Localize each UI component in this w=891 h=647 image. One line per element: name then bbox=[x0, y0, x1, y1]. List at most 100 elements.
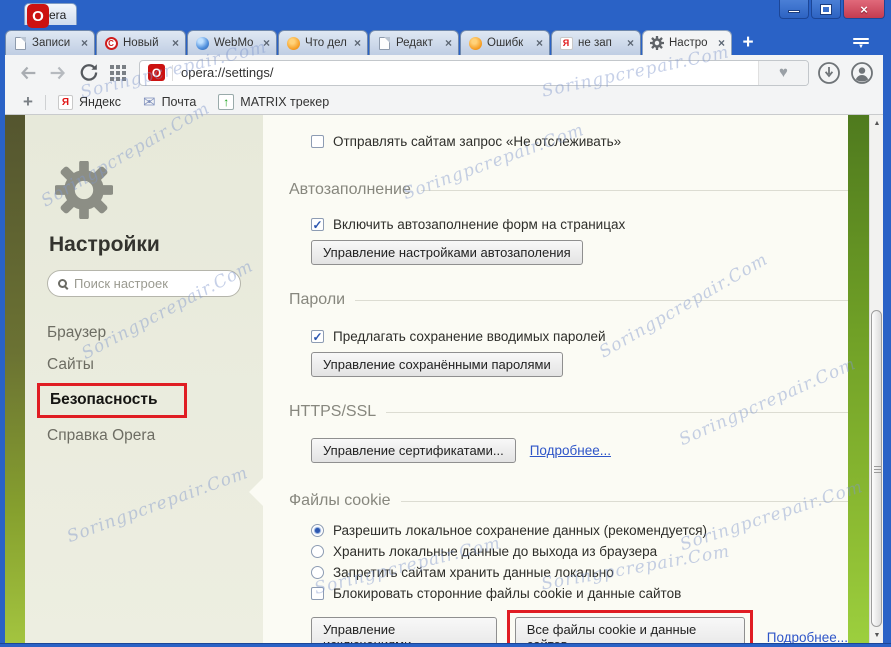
section-title: Файлы cookie bbox=[289, 492, 391, 509]
new-tab-button[interactable]: + bbox=[733, 30, 763, 55]
sidebar-item-sites[interactable]: Сайты bbox=[47, 349, 263, 381]
settings-gear-icon bbox=[55, 161, 113, 219]
tab-label: WebMo bbox=[214, 37, 254, 49]
sidebar-item-security[interactable]: Безопасность bbox=[50, 391, 158, 409]
background-strip-right bbox=[848, 115, 869, 643]
bookmark-mail[interactable]: ✉ Почта bbox=[143, 93, 196, 111]
tab-close-icon[interactable]: × bbox=[443, 36, 454, 50]
selected-section-pointer bbox=[249, 477, 264, 507]
reload-button[interactable] bbox=[73, 59, 103, 87]
tab-close-icon[interactable]: × bbox=[534, 36, 545, 50]
mail-icon: ✉ bbox=[142, 94, 156, 111]
bookmark-heart-button[interactable]: ♥ bbox=[758, 60, 808, 85]
settings-sidebar: Настройки Браузер Сайты Безопасность Спр… bbox=[25, 115, 263, 643]
url-text[interactable]: opera://settings/ bbox=[181, 65, 758, 80]
bookmark-matrix-tracker[interactable]: ↑ MATRIX трекер bbox=[218, 94, 329, 110]
manage-exceptions-button[interactable]: Управление исключениями... bbox=[311, 617, 497, 643]
radio-icon[interactable] bbox=[311, 566, 324, 579]
minimize-icon bbox=[788, 9, 800, 13]
tab-oshibka[interactable]: Ошибк × bbox=[460, 30, 550, 55]
tab-close-icon[interactable]: × bbox=[261, 36, 272, 50]
tab-close-icon[interactable]: × bbox=[170, 36, 181, 50]
page-icon bbox=[13, 36, 27, 50]
tab-settings-active[interactable]: Настро × bbox=[642, 30, 732, 55]
autofill-checkbox-label: Включить автозаполнение форм на страница… bbox=[333, 217, 626, 232]
opera-logo-icon[interactable]: O bbox=[27, 4, 49, 28]
radio-icon[interactable] bbox=[311, 545, 324, 558]
tab-novyj[interactable]: C Новый × bbox=[96, 30, 186, 55]
settings-search-box[interactable] bbox=[47, 270, 241, 297]
globe-icon bbox=[195, 36, 209, 50]
bookmarks-bar: + Я Яндекс ✉ Почта ↑ MATRIX трекер bbox=[5, 90, 883, 115]
gear-icon bbox=[650, 36, 664, 50]
maximize-button[interactable] bbox=[811, 0, 841, 19]
scroll-up-icon[interactable]: ▲ bbox=[870, 115, 883, 131]
tab-close-icon[interactable]: × bbox=[716, 36, 727, 50]
orange-site-icon bbox=[468, 36, 482, 50]
tab-menu-icon[interactable]: ▼ bbox=[853, 37, 869, 50]
section-https-ssl: HTTPS/SSL bbox=[289, 403, 848, 421]
tab-label: не зап bbox=[578, 37, 612, 49]
opera-menu-button[interactable]: O Opera bbox=[24, 3, 78, 28]
passwords-checkbox-label: Предлагать сохранение вводимых паролей bbox=[333, 329, 606, 344]
all-cookies-button[interactable]: Все файлы cookie и данные сайтов... bbox=[514, 617, 745, 643]
checkbox-checked-icon[interactable]: ✓ bbox=[311, 330, 324, 343]
tab-close-icon[interactable]: × bbox=[625, 36, 636, 50]
cookies-option-label: Запретить сайтам хранить данные локально bbox=[333, 565, 614, 580]
scroll-down-icon[interactable]: ▼ bbox=[870, 627, 883, 643]
checkbox-icon[interactable] bbox=[311, 135, 324, 148]
section-autofill: Автозаполнение bbox=[289, 181, 848, 199]
maximize-icon bbox=[820, 3, 832, 15]
https-more-link[interactable]: Подробнее... bbox=[530, 443, 611, 458]
checkbox-icon[interactable] bbox=[311, 587, 324, 600]
section-rule bbox=[400, 500, 848, 502]
forward-button[interactable] bbox=[43, 59, 73, 87]
bookmark-yandex[interactable]: Я Яндекс bbox=[57, 94, 121, 110]
scrollbar-thumb[interactable] bbox=[871, 310, 882, 627]
tab-redakt[interactable]: Редакт × bbox=[369, 30, 459, 55]
opera-window: O Opera × Записи × C Новый × WebMo × Что… bbox=[0, 0, 891, 647]
speed-dial-icon[interactable] bbox=[103, 59, 133, 87]
bookmark-label: Яндекс bbox=[78, 95, 121, 109]
section-rule bbox=[355, 299, 848, 301]
page-icon bbox=[377, 36, 391, 50]
sidebar-item-opera-help[interactable]: Справка Opera bbox=[47, 420, 263, 452]
radio-selected-icon[interactable] bbox=[311, 524, 324, 537]
passwords-checkbox-row: ✓ Предлагать сохранение вводимых паролей bbox=[311, 329, 848, 344]
tab-strip: Записи × C Новый × WebMo × Что дел × Ред… bbox=[5, 28, 883, 55]
back-button[interactable] bbox=[13, 59, 43, 87]
tab-ne-zapuskaetsya[interactable]: Я не зап × bbox=[551, 30, 641, 55]
address-bar[interactable]: O opera://settings/ ♥ bbox=[139, 59, 809, 86]
manage-autofill-button[interactable]: Управление настройками автозаполения bbox=[311, 240, 583, 265]
navigation-bar: O opera://settings/ ♥ bbox=[5, 55, 883, 90]
annotation-box-all-cookies: Все файлы cookie и данные сайтов... bbox=[506, 610, 753, 643]
section-title: Автозаполнение bbox=[289, 181, 411, 198]
sidebar-title: Настройки bbox=[49, 233, 160, 256]
orange-site-icon bbox=[286, 36, 300, 50]
minimize-button[interactable] bbox=[779, 0, 809, 19]
profile-button[interactable] bbox=[850, 61, 874, 85]
section-passwords: Пароли bbox=[289, 291, 848, 309]
copyright-icon: C bbox=[104, 36, 118, 50]
tab-zapisi[interactable]: Записи × bbox=[5, 30, 95, 55]
close-button[interactable]: × bbox=[843, 0, 885, 19]
add-bookmark-button[interactable]: + bbox=[5, 92, 45, 112]
checkbox-checked-icon[interactable]: ✓ bbox=[311, 218, 324, 231]
tab-chto-delat[interactable]: Что дел × bbox=[278, 30, 368, 55]
section-title: Пароли bbox=[289, 291, 346, 308]
sidebar-menu: Браузер Сайты Безопасность Справка Opera bbox=[37, 317, 263, 452]
tab-close-icon[interactable]: × bbox=[79, 36, 90, 50]
tab-close-icon[interactable]: × bbox=[352, 36, 363, 50]
opera-badge-icon: O bbox=[148, 64, 165, 81]
cookies-more-link[interactable]: Подробнее... bbox=[767, 630, 848, 644]
sidebar-item-browser[interactable]: Браузер bbox=[47, 317, 263, 349]
manage-certificates-button[interactable]: Управление сертификатами... bbox=[311, 438, 516, 463]
vertical-scrollbar[interactable]: ▲ ▼ bbox=[869, 115, 883, 643]
search-input[interactable] bbox=[74, 276, 214, 291]
bookmark-label: MATRIX трекер bbox=[240, 95, 330, 109]
scrollbar-grip bbox=[874, 468, 881, 470]
downloads-button[interactable] bbox=[817, 61, 841, 85]
manage-passwords-button[interactable]: Управление сохранёнными паролями bbox=[311, 352, 563, 377]
tab-webmoney[interactable]: WebMo × bbox=[187, 30, 277, 55]
tab-label: Новый bbox=[123, 37, 159, 49]
